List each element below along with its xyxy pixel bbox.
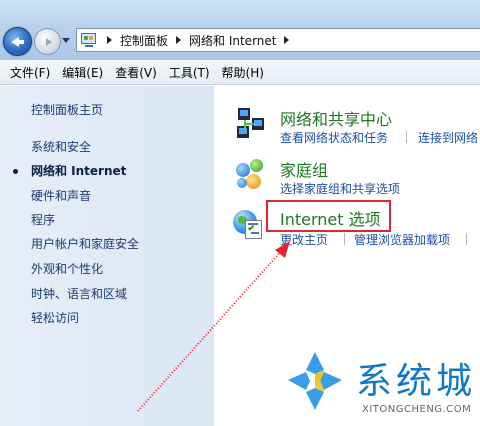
sidebar-item-user-accounts[interactable]: 用户帐户和家庭安全 — [31, 235, 139, 252]
active-item-bullet — [13, 169, 18, 174]
menu-tools[interactable]: 工具(T) — [169, 64, 210, 81]
back-button[interactable] — [3, 27, 32, 56]
menu-edit[interactable]: 编辑(E) — [62, 64, 103, 81]
forward-button[interactable] — [34, 28, 61, 55]
sidebar-item-programs[interactable]: 程序 — [31, 211, 55, 228]
annotation-highlight-box — [266, 200, 391, 232]
link-manage-addons[interactable]: 管理浏览器加载项 — [354, 231, 450, 248]
watermark-subtext: XITONGCHENG.COM — [362, 404, 472, 415]
network-icon[interactable] — [234, 106, 268, 140]
watermark-logo — [288, 352, 342, 410]
category-title-network-sharing[interactable]: 网络和共享中心 — [280, 106, 392, 130]
sidebar-item-network-internet[interactable]: 网络和 Internet — [31, 162, 126, 179]
menu-help[interactable]: 帮助(H) — [222, 64, 264, 81]
sidebar-item-ease-of-access[interactable]: 轻松访问 — [31, 309, 79, 326]
breadcrumb-control-panel[interactable]: 控制面板 — [120, 32, 168, 49]
breadcrumb-arrow-icon[interactable] — [176, 36, 182, 44]
sidebar-item-clock-language[interactable]: 时钟、语言和区域 — [31, 285, 127, 302]
link-separator — [344, 233, 345, 245]
control-panel-icon — [81, 32, 99, 48]
link-view-network-status[interactable]: 查看网络状态和任务 — [280, 129, 388, 146]
link-homegroup-options[interactable]: 选择家庭组和共享选项 — [280, 180, 400, 197]
recent-pages-dropdown-icon[interactable] — [62, 38, 70, 43]
menu-file[interactable]: 文件(F) — [10, 64, 50, 81]
internet-options-icon[interactable] — [232, 207, 266, 241]
link-separator — [466, 233, 467, 245]
link-connect-network[interactable]: 连接到网络 — [418, 129, 478, 146]
link-separator — [406, 131, 407, 143]
sidebar-item-hardware-sound[interactable]: 硬件和声音 — [31, 187, 91, 204]
window-titlebar: 控制面板 网络和 Internet — [0, 0, 480, 60]
category-title-homegroup[interactable]: 家庭组 — [280, 157, 328, 181]
watermark-text: 系统城 — [356, 361, 477, 402]
breadcrumb-network-internet[interactable]: 网络和 Internet — [189, 32, 276, 49]
breadcrumb-arrow-icon[interactable] — [284, 36, 290, 44]
address-bar[interactable]: 控制面板 网络和 Internet — [76, 28, 480, 52]
menu-view[interactable]: 查看(V) — [115, 64, 157, 81]
sidebar-item-control-panel-home[interactable]: 控制面板主页 — [31, 101, 103, 118]
link-change-home-page[interactable]: 更改主页 — [280, 231, 328, 248]
menu-bar: 文件(F) 编辑(E) 查看(V) 工具(T) 帮助(H) — [0, 60, 480, 85]
breadcrumb-arrow-icon[interactable] — [107, 36, 112, 44]
sidebar-item-appearance[interactable]: 外观和个性化 — [31, 260, 103, 277]
sidebar-item-system-security[interactable]: 系统和安全 — [31, 138, 91, 155]
homegroup-icon[interactable] — [234, 157, 268, 191]
left-navigation-pane — [0, 86, 214, 426]
